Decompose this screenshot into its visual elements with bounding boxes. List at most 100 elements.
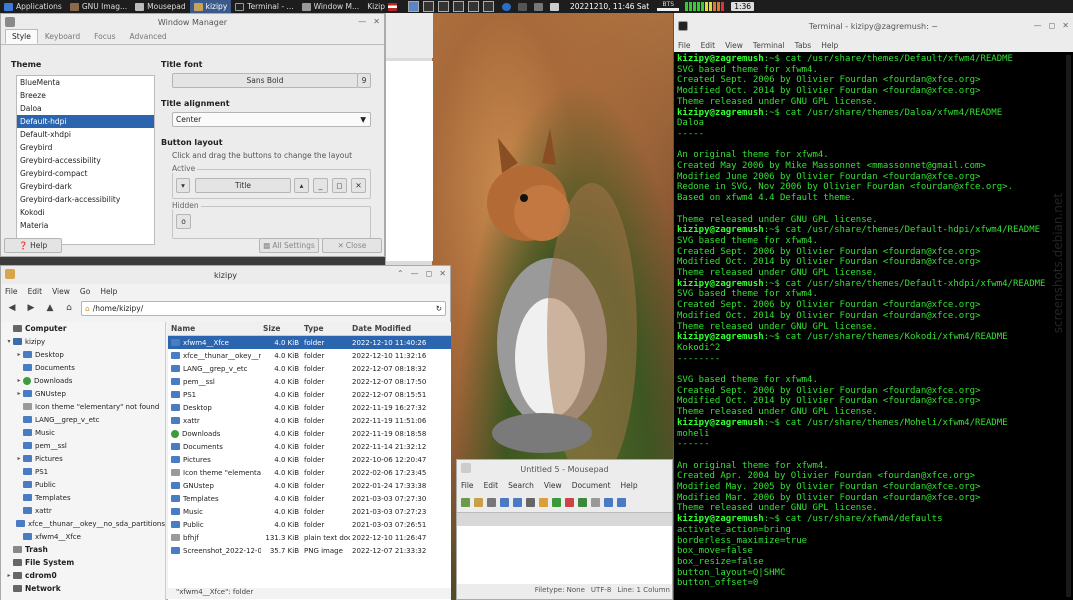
menu-button-handle[interactable]: ▾ <box>176 178 190 193</box>
theme-list-item[interactable]: Greybird-dark <box>17 180 154 193</box>
file-row[interactable]: GNUstep 4.0 KiB folder 2022-01-24 17:33:38 <box>168 479 451 492</box>
notification-bell-icon[interactable] <box>549 2 559 11</box>
workspace-3[interactable] <box>437 1 449 12</box>
menu-help[interactable]: Help <box>621 481 638 490</box>
tab-style[interactable]: Style <box>5 29 38 44</box>
mp-titlebar[interactable]: Untitled 5 - Mousepad <box>457 460 672 478</box>
theme-list-item[interactable]: Default-hdpi <box>17 115 154 128</box>
theme-list-item[interactable]: Materia <box>17 219 154 232</box>
sidebar-item[interactable]: xfwm4__Xfce <box>1 530 165 543</box>
menu-file[interactable]: File <box>5 287 18 296</box>
file-row[interactable]: Desktop 4.0 KiB folder 2022-11-19 16:27:32 <box>168 401 451 414</box>
menu-help[interactable]: Help <box>100 287 117 296</box>
sidebar-item[interactable]: ▸ Pictures <box>1 452 165 465</box>
menu-file[interactable]: File <box>461 481 474 490</box>
maximize-icon[interactable]: ◻ <box>426 269 433 278</box>
theme-list-item[interactable]: Greybird-accessibility <box>17 154 154 167</box>
menu-view[interactable]: View <box>544 481 562 490</box>
file-row[interactable]: Icon theme "elementary" not found 4.0 KiB… <box>168 466 451 479</box>
file-row[interactable]: xfce__thunar__okey__no_sda_partitions 4.0… <box>168 349 451 362</box>
shade-icon[interactable]: ⌃ <box>397 269 404 278</box>
keyboard-layout-indicator[interactable]: Kizip <box>363 0 404 13</box>
stick-button-handle[interactable]: o <box>176 214 191 229</box>
expander-icon[interactable]: ▸ <box>15 377 23 384</box>
file-row[interactable]: Downloads 4.0 KiB folder 2022-11-19 08:18:5… <box>168 427 451 440</box>
reload-icon[interactable] <box>513 497 522 507</box>
theme-list-item[interactable]: Daloa <box>17 102 154 115</box>
title-button[interactable]: Title <box>195 178 291 193</box>
file-row[interactable]: bfhjf 131.3 KiB plain text document2022-12… <box>168 531 451 544</box>
workspace-1[interactable] <box>407 1 419 12</box>
applications-menu[interactable]: Applications <box>0 0 66 13</box>
menu-view[interactable]: View <box>725 41 743 50</box>
terminal-output[interactable]: kizipy@zagremush:~$ cat /usr/share/theme… <box>674 52 1073 597</box>
bts-indicator[interactable]: BTS <box>653 0 683 13</box>
redo-icon[interactable] <box>552 497 561 507</box>
menu-view[interactable]: View <box>52 287 70 296</box>
help-button[interactable]: ❓ Help <box>4 238 62 253</box>
expander-icon[interactable]: ▸ <box>15 351 23 358</box>
file-row[interactable]: PS1 4.0 KiB folder 2022-12-07 08:15:51 <box>168 388 451 401</box>
close-icon[interactable] <box>526 497 535 507</box>
forward-arrow-icon[interactable]: ▶ <box>24 303 38 313</box>
save-icon[interactable] <box>487 497 496 507</box>
fm-titlebar[interactable]: kizipy ⌃ — ◻ ✕ <box>1 266 450 284</box>
theme-list[interactable]: BlueMenta Breeze Daloa Default-hdpi Default-… <box>16 75 155 245</box>
filetype-status[interactable]: Filetype: None <box>535 586 585 594</box>
location-bar[interactable]: ⌂ /home/kizipy/ ↻ <box>81 300 446 316</box>
shade-button-handle[interactable]: ▴ <box>294 178 309 193</box>
wm-titlebar[interactable]: Window Manager — ✕ <box>1 14 384 30</box>
hp-icon[interactable] <box>501 2 511 11</box>
column-name[interactable]: Name <box>168 324 261 333</box>
open-icon[interactable] <box>474 497 483 507</box>
minimize-icon[interactable]: — <box>1034 21 1042 30</box>
close-button-handle[interactable]: ✕ <box>351 178 366 193</box>
tab-keyboard[interactable]: Keyboard <box>38 29 87 44</box>
minimize-icon[interactable]: — <box>411 269 419 278</box>
column-size[interactable]: Size <box>261 324 302 333</box>
up-arrow-icon[interactable]: ▲ <box>43 303 57 313</box>
maximize-button-handle[interactable]: ◻ <box>332 178 347 193</box>
tab-focus[interactable]: Focus <box>87 29 122 44</box>
taskbar-item-window-manager[interactable]: Window M... <box>298 0 364 13</box>
taskbar-item-kizipy[interactable]: kizipy <box>189 0 232 13</box>
menu-file[interactable]: File <box>678 41 691 50</box>
file-row[interactable]: Screenshot_2022-12-07_21-33-32.png 35.7 K… <box>168 544 451 557</box>
menu-edit[interactable]: Edit <box>701 41 716 50</box>
close-icon[interactable]: ✕ <box>1062 21 1069 30</box>
column-date-modified[interactable]: Date Modified <box>350 324 451 333</box>
copy-icon[interactable] <box>578 497 587 507</box>
maximize-icon[interactable]: ◻ <box>1049 21 1056 30</box>
home-icon[interactable]: ⌂ <box>62 303 76 313</box>
menu-edit[interactable]: Edit <box>484 481 499 490</box>
battery-indicator[interactable]: 1:36 <box>727 0 758 13</box>
sidebar-item[interactable]: ▸ cdrom0 <box>1 569 165 582</box>
sidebar-item[interactable]: Public <box>1 478 165 491</box>
title-alignment-select[interactable]: Center ▼ <box>172 112 371 127</box>
menu-terminal[interactable]: Terminal <box>753 41 785 50</box>
file-row[interactable]: xfwm4__Xfce 4.0 KiB folder 2022-12-10 11:40… <box>168 336 451 349</box>
theme-list-item[interactable]: Kokodi <box>17 206 154 219</box>
replace-icon[interactable] <box>617 497 626 507</box>
mp-text-area[interactable] <box>457 526 672 584</box>
sidebar-item[interactable]: ▸ Downloads <box>1 374 165 387</box>
title-font-button[interactable]: Sans Bold <box>172 73 358 88</box>
menu-search[interactable]: Search <box>508 481 534 490</box>
file-row[interactable]: Public 4.0 KiB folder 2021-03-03 07:26:51 <box>168 518 451 531</box>
sidebar-item[interactable]: Network <box>1 582 165 595</box>
clock[interactable]: 20221210, 11:46 Sat <box>566 0 653 13</box>
menu-help[interactable]: Help <box>821 41 838 50</box>
sidebar-item[interactable]: ▾ kizipy <box>1 335 165 348</box>
sidebar-item[interactable]: Music <box>1 426 165 439</box>
theme-list-item[interactable]: Greybird <box>17 141 154 154</box>
theme-list-item[interactable]: Default-xhdpi <box>17 128 154 141</box>
taskbar-item-mousepad[interactable]: Mousepad <box>131 0 189 13</box>
expander-icon[interactable]: ▾ <box>5 338 13 345</box>
paste-icon[interactable] <box>591 497 600 507</box>
sidebar-item[interactable]: File System <box>1 556 165 569</box>
sidebar-item[interactable]: xattr <box>1 504 165 517</box>
sidebar-item[interactable]: PS1 <box>1 465 165 478</box>
workspace-6[interactable] <box>482 1 494 12</box>
workspace-4[interactable] <box>452 1 464 12</box>
sidebar-item[interactable]: ▸ Desktop <box>1 348 165 361</box>
